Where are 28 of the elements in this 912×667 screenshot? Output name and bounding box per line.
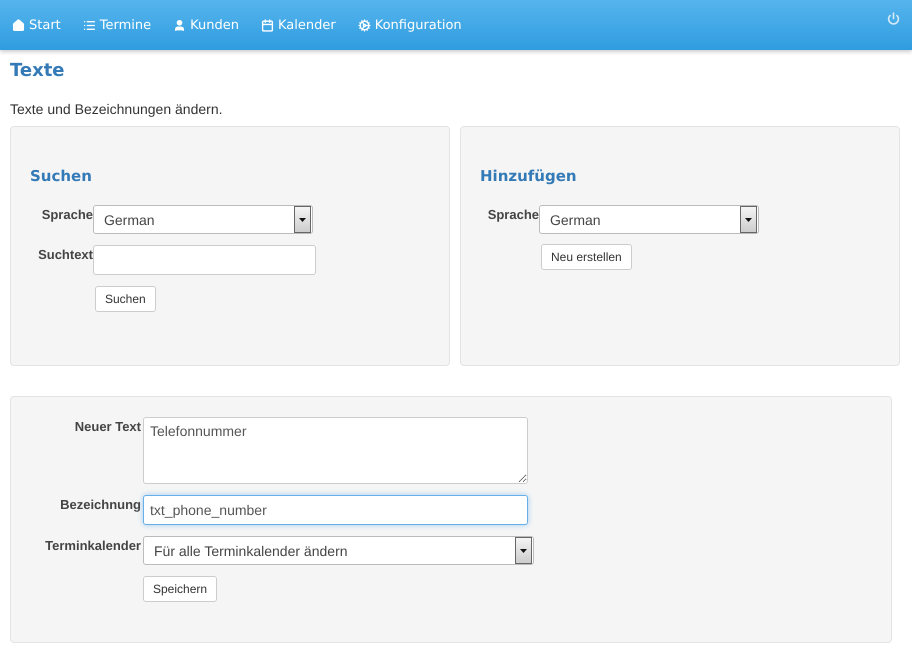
home-icon	[12, 18, 25, 32]
text-area[interactable]: Telefonnummer	[143, 417, 528, 484]
select-field[interactable]: German	[539, 205, 759, 234]
field-label: Neuer Text	[74, 418, 141, 434]
name-field[interactable]: txt_phone_number	[143, 495, 528, 525]
field-label: Terminkalender	[44, 537, 141, 553]
panel-title: Hinzufügen	[480, 167, 578, 185]
list-icon	[82, 18, 96, 32]
field-label: Suchtext	[37, 246, 93, 262]
search-button[interactable]: Suchen	[95, 286, 156, 312]
panel-title: Suchen	[30, 167, 93, 185]
caret-icon	[299, 218, 306, 222]
calendar-icon	[260, 18, 274, 32]
select-field[interactable]: Für alle Terminkalender ändern	[143, 536, 534, 565]
create-button[interactable]: Neu erstellen	[541, 244, 632, 270]
page-title: Texte	[10, 60, 66, 81]
field-label: Sprache	[486, 206, 539, 222]
search-field[interactable]	[93, 245, 316, 275]
page-description: Texte und Bezeichnungen ändern.	[10, 101, 224, 117]
caret-icon	[520, 548, 527, 552]
save-button[interactable]: Speichern	[143, 576, 218, 602]
power-icon[interactable]	[887, 12, 900, 25]
select-field[interactable]: German	[93, 205, 313, 234]
user-icon	[173, 18, 186, 32]
field-label: Sprache	[40, 206, 93, 222]
field-label: Bezeichnung	[59, 496, 141, 512]
caret-icon	[745, 218, 752, 222]
gear-icon	[358, 18, 371, 32]
